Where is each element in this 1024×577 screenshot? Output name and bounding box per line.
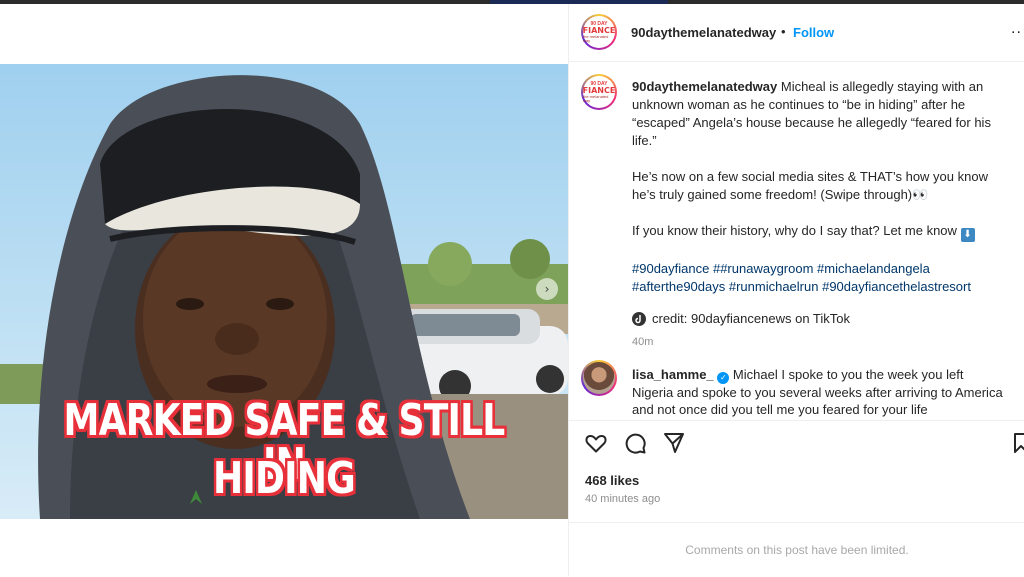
caption-paragraph-3: If you know their history, why do I say … — [632, 223, 957, 238]
details-panel: 90 DAY FIANCE the melanated way 90daythe… — [568, 4, 1024, 576]
share-icon[interactable] — [662, 431, 686, 455]
separator-dot: • — [781, 24, 786, 39]
tiktok-icon — [632, 312, 646, 326]
media-panel: MARKED SAFE & STILL IN HIDING › — [0, 4, 568, 576]
comment-text-block: lisa_hamme_ ✓ Michael I spoke to you the… — [632, 366, 1007, 418]
eyes-emoji-icon: 👀 — [912, 187, 929, 202]
heart-icon[interactable] — [584, 431, 608, 455]
hashtag-link[interactable]: #90dayfiance — [632, 261, 709, 276]
commenter-username[interactable]: lisa_hamme_ — [632, 367, 714, 382]
caption-paragraph-2: He’s now on a few social media sites & T… — [632, 169, 988, 202]
follow-button[interactable]: Follow — [793, 25, 834, 40]
caption-username[interactable]: 90daythemelanatedway — [632, 79, 777, 94]
account-username[interactable]: 90daythemelanatedway — [631, 25, 776, 40]
post-photo[interactable]: MARKED SAFE & STILL IN HIDING › — [0, 64, 568, 519]
account-avatar[interactable]: 90 DAY FIANCE the melanated way — [581, 14, 617, 50]
avatar-text-line-3: the melanated way — [583, 93, 609, 103]
post-actions: 468 likes 40 minutes ago — [569, 420, 1024, 530]
hashtag-link[interactable]: #michaelandangela — [817, 261, 930, 276]
avatar-text-line-3: the melanated way — [583, 33, 609, 43]
bookmark-icon[interactable] — [1013, 431, 1024, 455]
hashtag-link[interactable]: ##runawaygroom — [713, 261, 813, 276]
hashtag-link[interactable]: #afterthe90days — [632, 279, 725, 294]
caption-avatar[interactable]: 90 DAY FIANCE the melanated way — [581, 74, 617, 110]
image-caption-line-2: HIDING — [213, 453, 356, 504]
comments-section[interactable]: 90 DAY FIANCE the melanated way 90daythe… — [569, 62, 1024, 420]
likes-count[interactable]: 468 likes — [585, 473, 639, 488]
hashtag-link[interactable]: #90dayfiancethelastresort — [822, 279, 971, 294]
verified-badge-icon: ✓ — [717, 372, 730, 384]
post-caption: 90daythemelanatedway Micheal is allegedl… — [632, 78, 1007, 351]
post-header: 90 DAY FIANCE the melanated way 90daythe… — [569, 4, 1024, 62]
credit-text: credit: 90dayfiancenews on TikTok — [652, 311, 850, 326]
caption-timestamp: 40m — [632, 336, 654, 348]
down-arrow-emoji-icon: ⬇ — [960, 228, 975, 242]
comments-limited-notice: Comments on this post have been limited. — [569, 522, 1024, 576]
credit-row: credit: 90dayfiancenews on TikTok — [632, 310, 1007, 328]
post-time-ago: 40 minutes ago — [585, 493, 661, 505]
hashtag-link[interactable]: #runmichaelrun — [729, 279, 819, 294]
carousel-next-button[interactable]: › — [536, 278, 558, 300]
more-options-icon[interactable]: .. — [1011, 20, 1022, 38]
commenter-avatar[interactable] — [581, 360, 617, 396]
comment-icon[interactable] — [623, 431, 647, 455]
